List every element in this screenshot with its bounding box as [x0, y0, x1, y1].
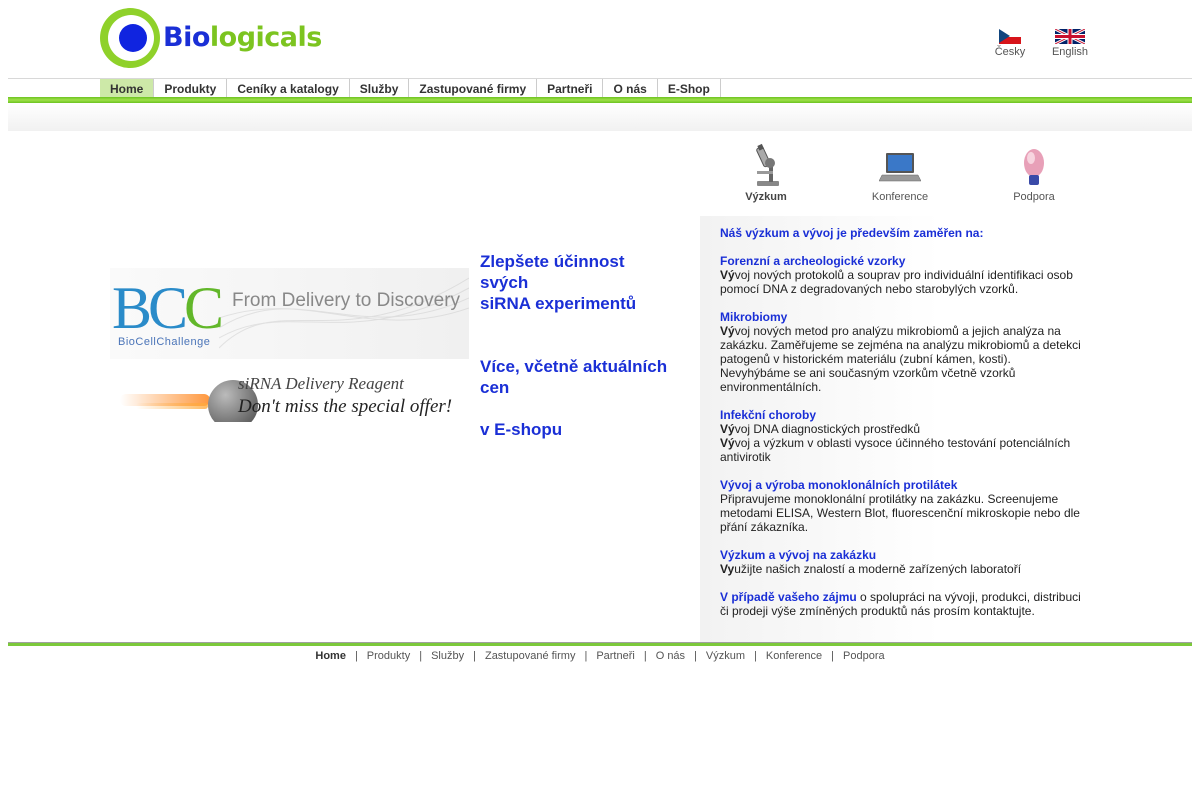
language-czech-label: Česky — [994, 46, 1026, 58]
footer-separator: | — [419, 650, 423, 662]
footer-link-o-nas[interactable]: O nás — [656, 650, 685, 662]
banner-swirl-decoration — [219, 277, 469, 349]
promo-line-2: siRNA experimentů — [480, 294, 637, 313]
section-infectious: Infekční choroby Vývoj DNA diagnostickýc… — [720, 408, 1082, 464]
main-nav: Home Produkty Ceníky a katalogy Služby Z… — [100, 79, 721, 97]
bcc-logo: BCC — [112, 275, 224, 341]
footer-link-zastupovane-firmy[interactable]: Zastupované firmy — [485, 650, 575, 662]
section-title[interactable]: Mikrobiomy — [720, 310, 1082, 324]
site-logo[interactable]: Biologicals — [100, 8, 322, 68]
contact-paragraph: V případě vašeho zájmu o spolupráci na v… — [720, 590, 1082, 618]
bcc-banner[interactable]: BCC From Delivery to Discovery BioCellCh… — [110, 268, 469, 359]
footer-green-bar — [8, 643, 1192, 646]
promo-line-1: Zlepšete účinnost svých — [480, 252, 625, 292]
support-link[interactable]: Podpora — [984, 143, 1084, 203]
nav-item-produkty[interactable]: Produkty — [154, 79, 228, 97]
footer-separator: | — [694, 650, 697, 662]
section-title[interactable]: Infekční choroby — [720, 408, 1082, 422]
sirna-offer-banner[interactable]: siRNA Delivery Reagent Don't miss the sp… — [110, 372, 469, 422]
section-text: Vývoj nových protokolů a souprav pro ind… — [720, 268, 1073, 296]
footer-separator: | — [754, 650, 757, 662]
footer-link-partneri[interactable]: Partneři — [596, 650, 635, 662]
language-english-label: English — [1051, 46, 1089, 58]
footer-separator: | — [584, 650, 588, 662]
footer-link-podpora[interactable]: Podpora — [843, 650, 885, 662]
nav-item-home[interactable]: Home — [100, 79, 155, 97]
logo-text: Biologicals — [163, 22, 322, 53]
language-english-link[interactable]: English — [1048, 29, 1092, 58]
section-custom-research: Výzkum a vývoj na zakázku Využijte našic… — [720, 548, 1082, 576]
footer-nav: Home | Produkty | Služby | Zastupované firmy | P… — [0, 650, 1200, 662]
promo-eshop-link[interactable]: v E-shopu — [480, 419, 562, 440]
research-link[interactable]: Výzkum — [716, 143, 816, 203]
contact-link[interactable]: V případě vašeho zájmu — [720, 590, 857, 604]
nav-item-zastupovane-firmy[interactable]: Zastupované firmy — [409, 79, 538, 97]
section-text: Vývoj DNA diagnostických prostředků — [720, 422, 921, 436]
laptop-icon — [879, 153, 921, 182]
footer-link-produkty[interactable]: Produkty — [367, 650, 410, 662]
footer-separator: | — [354, 650, 358, 662]
promo-headline[interactable]: Zlepšete účinnost svých siRNA experiment… — [480, 251, 670, 314]
section-text: Vývoj nových metod pro analýzu mikrobiom… — [720, 324, 1081, 394]
footer-link-konference[interactable]: Konference — [766, 650, 822, 662]
section-title[interactable]: Výzkum a vývoj na zakázku — [720, 548, 1082, 562]
research-content-panel: Náš výzkum a vývoj je především zaměřen … — [700, 216, 1100, 642]
section-text: Připravujeme monoklonální protilátky na … — [720, 492, 1080, 534]
nav-item-partneri[interactable]: Partneři — [537, 79, 604, 97]
logo-dot-icon — [119, 24, 147, 52]
footer-link-sluzby[interactable]: Služby — [431, 650, 464, 662]
footer-link-vyzkum[interactable]: Výzkum — [706, 650, 745, 662]
footer-link-home[interactable]: Home — [315, 650, 346, 662]
content-intro: Náš výzkum a vývoj je především zaměřen … — [720, 226, 984, 240]
section-forensic: Forenzní a archeologické vzorky Vývoj no… — [720, 254, 1082, 296]
section-title[interactable]: Forenzní a archeologické vzorky — [720, 254, 1082, 268]
bcc-slogan: From Delivery to Discovery — [232, 290, 461, 311]
footer-separator: | — [473, 650, 476, 662]
flask-icon — [1024, 149, 1044, 185]
sirna-banner-offer: Don't miss the special offer! — [238, 396, 453, 417]
language-czech-link[interactable]: Česky — [990, 29, 1030, 58]
nav-item-sluzby[interactable]: Služby — [350, 79, 410, 97]
section-text: Vývoj a výzkum v oblasti vysoce účinného… — [720, 436, 1071, 464]
conference-label: Konference — [871, 191, 929, 203]
nav-item-eshop[interactable]: E-Shop — [658, 79, 721, 97]
czech-flag-icon — [999, 29, 1021, 44]
section-title[interactable]: Vývoj a výroba monoklonálních protilátek — [720, 478, 1082, 492]
footer-separator: | — [831, 650, 835, 662]
nav-item-ceniky[interactable]: Ceníky a katalogy — [227, 79, 350, 97]
section-antibodies: Vývoj a výroba monoklonálních protilátek… — [720, 478, 1082, 534]
footer-separator: | — [643, 650, 647, 662]
nav-shadow — [8, 103, 1192, 131]
promo-more-prices[interactable]: Více, včetně aktuálních cen — [480, 356, 690, 398]
orange-streak-decoration-2 — [136, 403, 208, 409]
conference-link[interactable]: Konference — [850, 143, 950, 203]
bcc-subtitle: BioCellChallenge — [118, 336, 211, 348]
nav-item-o-nas[interactable]: O nás — [603, 79, 658, 97]
section-microbiome: Mikrobiomy Vývoj nových metod pro analýz… — [720, 310, 1082, 394]
sirna-banner-title: siRNA Delivery Reagent — [238, 374, 404, 393]
microscope-icon — [756, 143, 779, 186]
uk-flag-icon — [1055, 29, 1085, 44]
support-label: Podpora — [1013, 191, 1055, 203]
research-label: Výzkum — [745, 191, 787, 203]
section-text: Využijte našich znalostí a moderně zaříz… — [720, 562, 1022, 576]
